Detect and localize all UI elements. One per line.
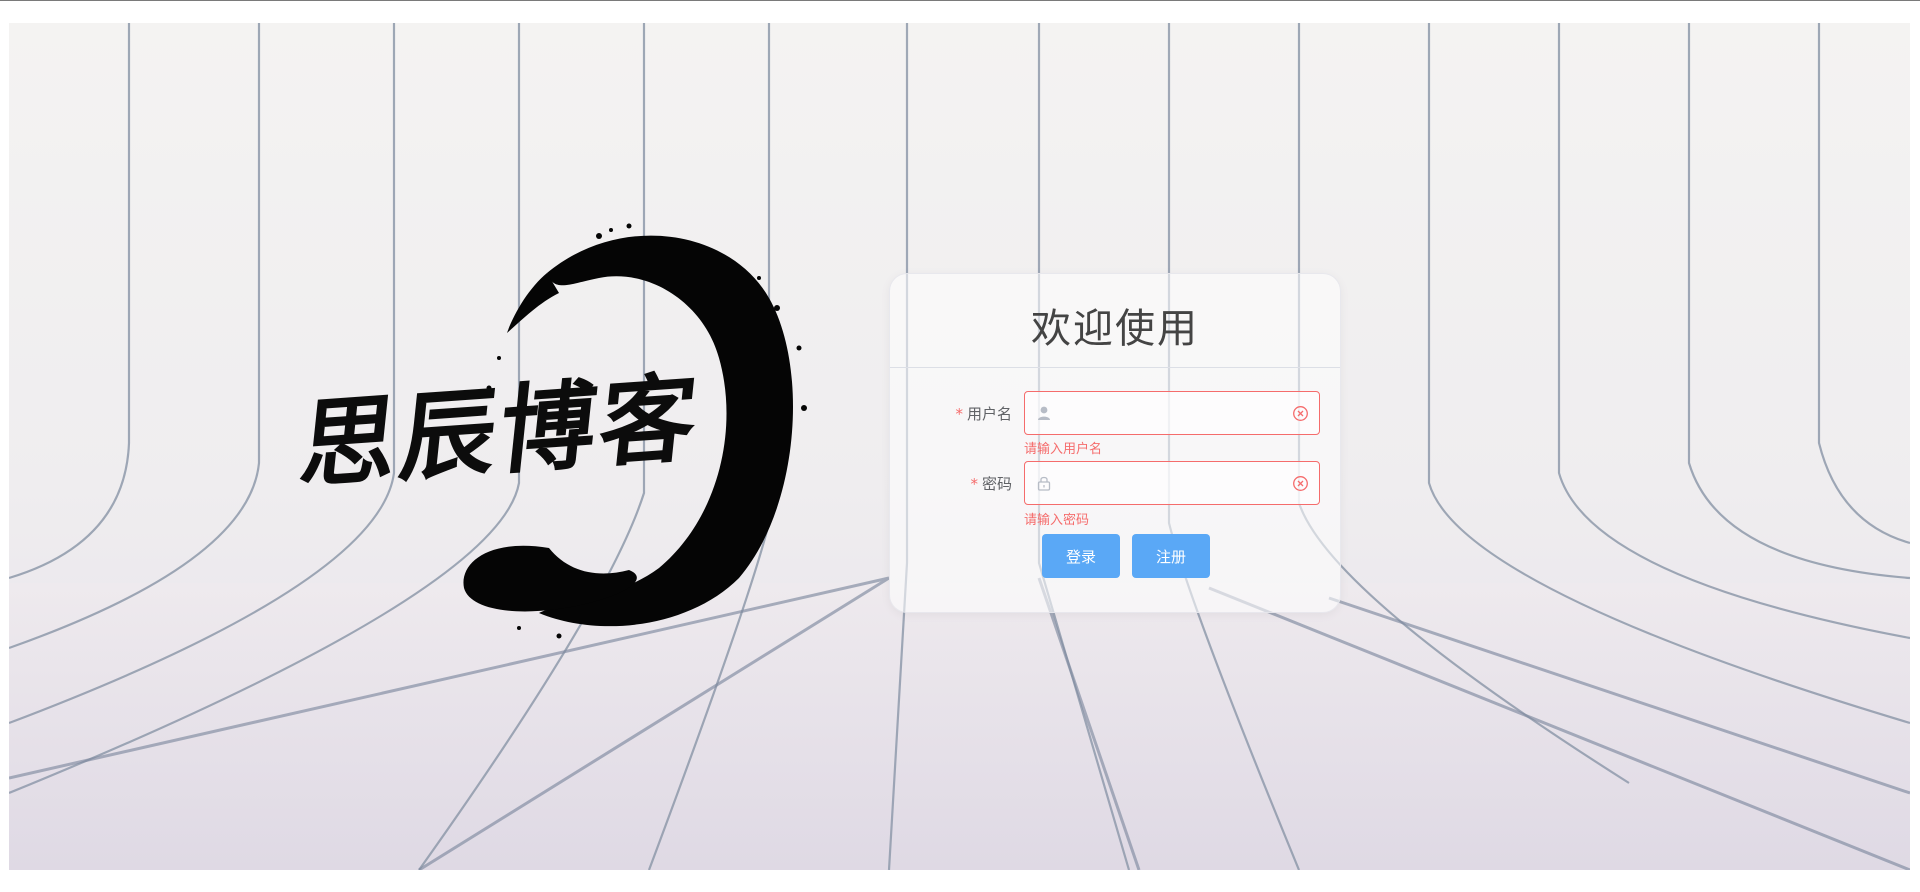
password-row: * 密码 xyxy=(890,461,1340,507)
username-label: * 用户名 xyxy=(955,391,1012,437)
username-label-text: 用户名 xyxy=(966,405,1012,423)
password-input[interactable] xyxy=(1057,462,1281,506)
button-row: 登录 注册 xyxy=(890,534,1340,580)
username-error: 请输入用户名 xyxy=(1024,442,1103,457)
user-icon xyxy=(1038,406,1050,420)
welcome-title: 欢迎使用 xyxy=(1031,306,1199,352)
password-label-text: 密码 xyxy=(981,475,1012,493)
username-row: * 用户名 xyxy=(890,391,1340,437)
password-input-box[interactable] xyxy=(1024,461,1320,506)
lock-icon xyxy=(1037,476,1051,491)
login-card: 欢迎使用 * 用户名 请输入用户名 * 密码 请输入密码 登录 注册 xyxy=(889,273,1341,613)
background-scene: 思辰博客 欢迎使用 * 用户名 请输入用户名 * 密码 请输入密码 登录 注册 xyxy=(9,23,1910,870)
username-input[interactable] xyxy=(1057,392,1281,436)
required-mark: * xyxy=(970,475,978,493)
login-button[interactable]: 登录 xyxy=(1042,534,1120,578)
register-button[interactable]: 注册 xyxy=(1132,534,1210,578)
clear-circle-icon[interactable] xyxy=(1292,475,1309,492)
brand-logo-text: 思辰博客 xyxy=(294,360,706,503)
top-border xyxy=(0,0,1920,1)
clear-circle-icon[interactable] xyxy=(1292,405,1309,422)
password-label: * 密码 xyxy=(970,461,1012,507)
password-error: 请输入密码 xyxy=(1024,513,1090,528)
card-divider xyxy=(890,367,1340,368)
username-input-box[interactable] xyxy=(1024,391,1320,436)
required-mark: * xyxy=(955,405,963,423)
